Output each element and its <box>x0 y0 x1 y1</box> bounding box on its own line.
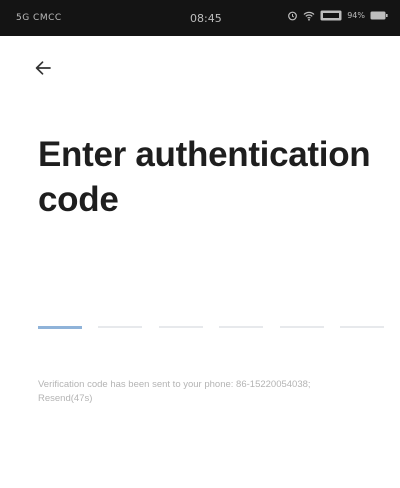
hd-signal-icon <box>320 10 342 21</box>
hint-text: Verification code has been sent to your … <box>38 379 311 390</box>
resend-link[interactable]: Resend(47s) <box>38 393 92 404</box>
alarm-icon <box>287 10 298 21</box>
verification-hint: Verification code has been sent to your … <box>38 378 358 406</box>
carrier-label: 5G CMCC <box>16 13 62 23</box>
code-digit-6[interactable] <box>339 320 384 332</box>
clock: 08:45 <box>190 12 222 25</box>
code-input[interactable] <box>38 320 384 332</box>
wifi-icon <box>303 11 315 21</box>
battery-icon <box>370 11 388 20</box>
page-title: Enter authentication code <box>38 135 371 219</box>
back-button[interactable] <box>28 57 58 83</box>
code-digit-4[interactable] <box>219 320 264 332</box>
code-digit-1[interactable] <box>38 320 82 332</box>
battery-percent: 94% <box>347 11 365 20</box>
code-digit-2[interactable] <box>98 320 143 332</box>
code-digit-5[interactable] <box>279 320 324 332</box>
status-bar: 5G CMCC 08:45 94% <box>0 0 400 36</box>
arrow-left-icon <box>35 60 51 80</box>
status-icons: 94% <box>287 10 388 21</box>
code-digit-3[interactable] <box>158 320 203 332</box>
